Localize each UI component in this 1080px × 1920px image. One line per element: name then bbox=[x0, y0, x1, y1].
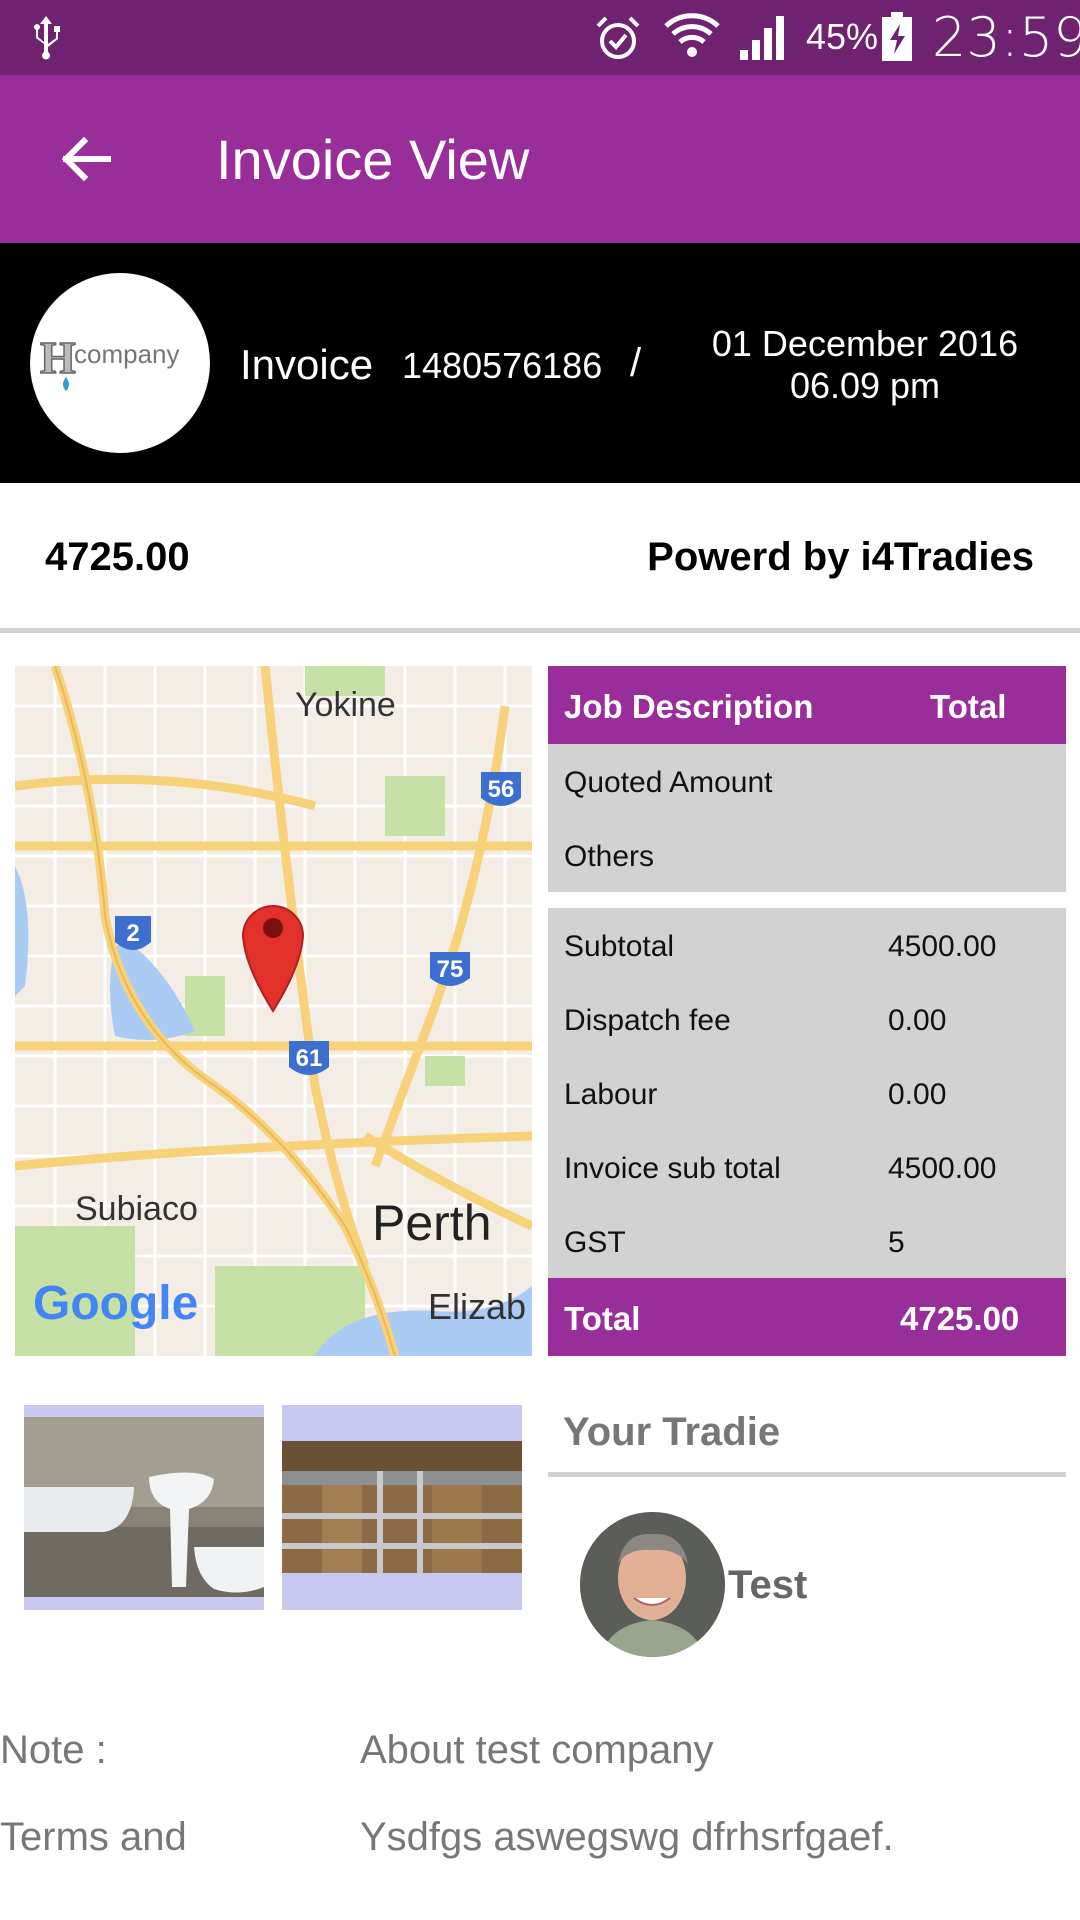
table-row: Labour 0.00 bbox=[548, 1056, 1066, 1130]
svg-text:H: H bbox=[40, 332, 76, 383]
table-row: Quoted Amount bbox=[548, 744, 1066, 818]
note-value: About test company bbox=[360, 1728, 714, 1772]
map-label-perth: Perth bbox=[372, 1195, 492, 1251]
header-job-description: Job Description bbox=[564, 688, 814, 725]
tradie-section-title: Your Tradie bbox=[563, 1410, 781, 1454]
row-value: 5 bbox=[888, 1226, 905, 1259]
logo-text: company bbox=[74, 339, 180, 369]
row-value: 0.00 bbox=[888, 1004, 947, 1037]
invoice-datetime: 01 December 2016 06.09 pm bbox=[695, 323, 1035, 407]
invoice-label: Invoice bbox=[240, 341, 374, 388]
table-row: Others bbox=[548, 818, 1066, 892]
table-divider bbox=[548, 892, 1066, 908]
table-header: Job Description Total bbox=[548, 666, 1066, 744]
row-label: Quoted Amount bbox=[564, 766, 773, 799]
invoice-amount: 4725.00 bbox=[45, 535, 190, 579]
total-value: 4725.00 bbox=[900, 1300, 1020, 1337]
separator: / bbox=[630, 341, 642, 385]
table-row: Invoice sub total 4500.00 bbox=[548, 1130, 1066, 1204]
row-label: Invoice sub total bbox=[564, 1152, 781, 1185]
shield-2: 2 bbox=[126, 920, 139, 947]
shield-56: 56 bbox=[488, 776, 515, 803]
battery-percent: 45% bbox=[806, 16, 879, 57]
note-label: Note : bbox=[0, 1728, 107, 1772]
header-total: Total bbox=[930, 688, 1007, 725]
invoice-header: H company Invoice 1480576186 / 01 Decemb… bbox=[0, 243, 1080, 483]
row-label: GST bbox=[564, 1226, 626, 1259]
invoice-date: 01 December 2016 bbox=[711, 323, 1019, 364]
terms-label: Terms and bbox=[0, 1815, 187, 1859]
usb-icon bbox=[34, 16, 60, 60]
terms-value: Ysdfgs aswegswg dfrhsrfgaef. bbox=[360, 1815, 894, 1859]
location-map[interactable]: 56 2 75 61 Yokine Subiaco Perth Elizab G… bbox=[15, 666, 532, 1356]
clock: 23:59 bbox=[932, 6, 1080, 69]
arrow-left-icon[interactable] bbox=[56, 130, 114, 188]
row-label: Subtotal bbox=[564, 930, 675, 963]
shield-61: 61 bbox=[296, 1045, 323, 1072]
invoice-time: 06.09 pm bbox=[789, 365, 941, 406]
row-label: Others bbox=[564, 840, 655, 873]
summary-row: 4725.00 Powerd by i4Tradies bbox=[0, 483, 1080, 633]
row-label: Dispatch fee bbox=[564, 1004, 731, 1037]
table-row: Subtotal 4500.00 bbox=[548, 908, 1066, 982]
tradie-avatar[interactable] bbox=[580, 1512, 725, 1657]
table-row: Dispatch fee 0.00 bbox=[548, 982, 1066, 1056]
job-photo-pipes[interactable] bbox=[282, 1405, 522, 1610]
google-logo: Google bbox=[33, 1277, 199, 1330]
row-value: 0.00 bbox=[888, 1078, 947, 1111]
powered-by: Powerd by i4Tradies bbox=[647, 535, 1034, 579]
invoice-number: 1480576186 bbox=[402, 345, 603, 386]
table-total-row: Total 4725.00 bbox=[548, 1278, 1066, 1356]
tradie-name: Test bbox=[728, 1563, 808, 1607]
tradie-divider bbox=[548, 1472, 1066, 1477]
row-value: 4500.00 bbox=[888, 1152, 997, 1185]
map-label-elizab: Elizab bbox=[428, 1286, 527, 1327]
map-label-subiaco: Subiaco bbox=[75, 1190, 198, 1228]
job-table: Job Description Total Quoted Amount Othe… bbox=[548, 666, 1066, 1356]
shield-75: 75 bbox=[437, 956, 464, 983]
wifi-icon bbox=[664, 13, 720, 57]
table-row: GST 5 bbox=[548, 1204, 1066, 1278]
status-bar: 45% 23:59 bbox=[0, 0, 1080, 75]
job-photo-bathroom[interactable] bbox=[24, 1405, 264, 1610]
row-value: 4500.00 bbox=[888, 930, 997, 963]
battery-charging-icon bbox=[882, 12, 912, 61]
signal-icon bbox=[740, 16, 784, 60]
alarm-icon bbox=[596, 16, 640, 59]
total-label: Total bbox=[564, 1300, 641, 1337]
app-bar: Invoice View bbox=[0, 75, 1080, 243]
row-label: Labour bbox=[564, 1078, 658, 1111]
map-label-yokine: Yokine bbox=[295, 686, 396, 724]
company-logo: H company bbox=[30, 273, 210, 453]
page-title: Invoice View bbox=[216, 128, 530, 191]
map-graphic: 56 2 75 61 bbox=[15, 666, 532, 1356]
